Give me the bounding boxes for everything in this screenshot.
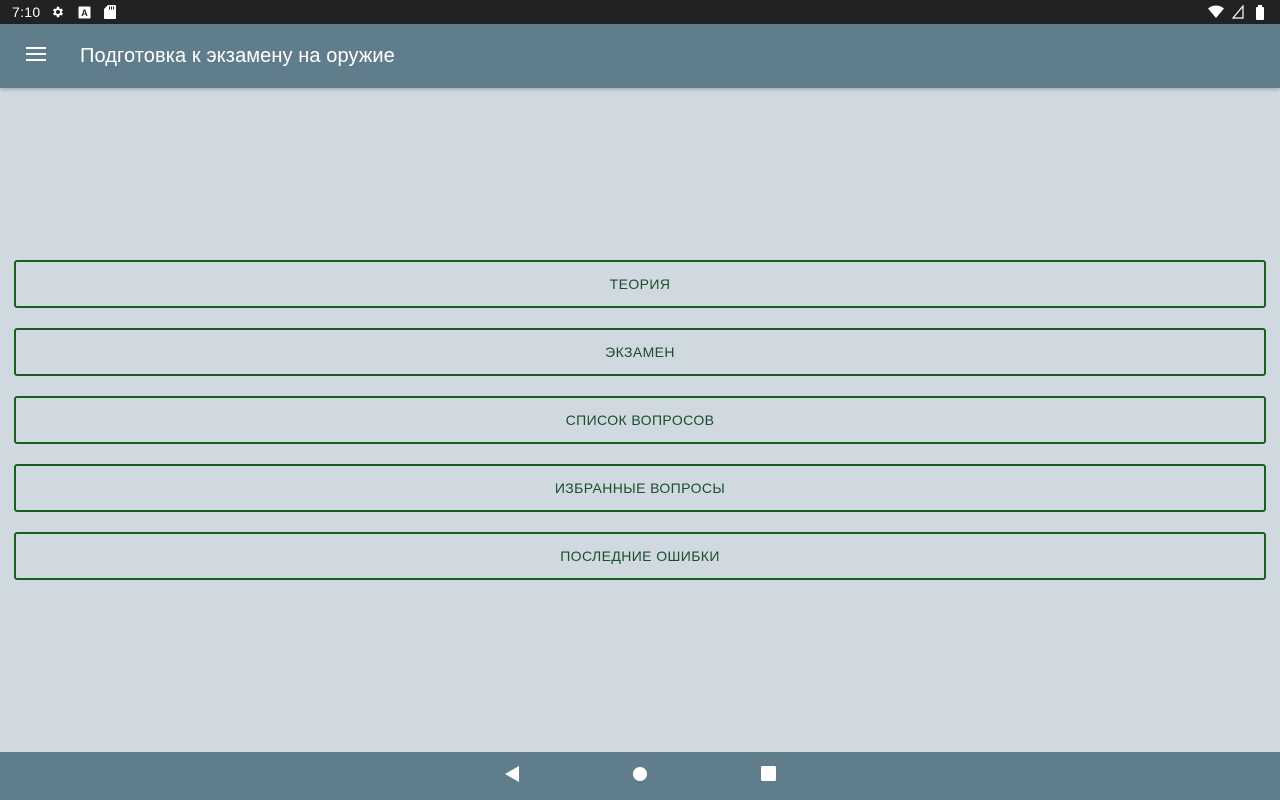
favorite-questions-button[interactable]: ИЗБРАННЫЕ ВОПРОСЫ	[14, 464, 1266, 512]
page-title: Подготовка к экзамену на оружие	[80, 44, 395, 67]
main-content: ТЕОРИЯ ЭКЗАМЕН СПИСОК ВОПРОСОВ ИЗБРАННЫЕ…	[0, 88, 1280, 752]
gear-icon	[50, 4, 66, 20]
app-bar: Подготовка к экзамену на оружие	[0, 24, 1280, 88]
menu-button[interactable]	[0, 24, 72, 88]
back-button[interactable]	[448, 752, 576, 800]
status-bar: 7:10 A	[0, 0, 1280, 24]
status-time: 7:10	[12, 4, 41, 20]
recent-mistakes-button[interactable]: ПОСЛЕДНИЕ ОШИБКИ	[14, 532, 1266, 580]
theory-button[interactable]: ТЕОРИЯ	[14, 260, 1266, 308]
sd-card-icon	[102, 4, 118, 20]
hamburger-menu-icon	[26, 46, 46, 66]
signal-icon	[1230, 4, 1246, 20]
svg-text:A: A	[81, 8, 88, 18]
a-letter-icon: A	[76, 4, 92, 20]
question-list-button[interactable]: СПИСОК ВОПРОСОВ	[14, 396, 1266, 444]
status-left: 7:10 A	[12, 4, 118, 20]
status-right	[1208, 4, 1268, 20]
system-nav-bar	[0, 752, 1280, 800]
recents-button[interactable]	[704, 752, 832, 800]
back-icon	[505, 765, 519, 787]
home-button[interactable]	[576, 752, 704, 800]
menu-list: ТЕОРИЯ ЭКЗАМЕН СПИСОК ВОПРОСОВ ИЗБРАННЫЕ…	[14, 260, 1266, 600]
battery-icon	[1252, 4, 1268, 20]
exam-button[interactable]: ЭКЗАМЕН	[14, 328, 1266, 376]
home-icon	[633, 766, 647, 786]
wifi-icon	[1208, 4, 1224, 20]
recents-icon	[760, 766, 776, 786]
